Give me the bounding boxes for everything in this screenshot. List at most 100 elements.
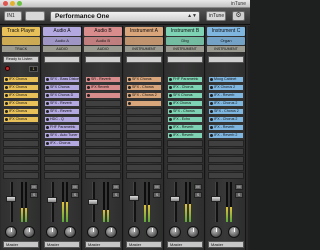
plugin-slot[interactable] — [126, 100, 162, 107]
input-select[interactable]: IN1 — [4, 11, 22, 21]
solo-button[interactable]: S — [153, 192, 161, 198]
empty-plugin-slot[interactable] — [85, 148, 121, 155]
channel-name[interactable]: Audio A — [43, 27, 81, 36]
plugin-slot[interactable]: SFX Chorus — [126, 76, 162, 83]
gear-icon[interactable]: ⚙ — [232, 11, 245, 21]
empty-plugin-slot[interactable] — [126, 124, 162, 131]
plugin-slot[interactable]: SR - Reverb — [85, 76, 121, 83]
output-select[interactable]: Master — [3, 241, 39, 248]
empty-plugin-slot[interactable] — [3, 148, 39, 155]
plugin-slot[interactable]: SFX - Chorus — [167, 108, 203, 115]
empty-plugin-slot[interactable] — [126, 164, 162, 171]
empty-plugin-slot[interactable] — [85, 108, 121, 115]
power-icon[interactable] — [169, 86, 172, 89]
plugin-slot[interactable]: SFX - Bass Distortion — [44, 76, 80, 83]
plugin-slot[interactable]: Moog Cabinet — [208, 76, 244, 83]
gain-knob[interactable] — [146, 226, 158, 238]
power-icon[interactable] — [169, 102, 172, 105]
plugin-slot[interactable]: IFX Chorus — [3, 92, 39, 99]
mute-button[interactable]: M — [194, 184, 202, 190]
power-icon[interactable] — [210, 110, 213, 113]
power-icon[interactable] — [46, 134, 49, 137]
channel-input-field[interactable]: Ready to Listen — [3, 56, 39, 63]
power-icon[interactable] — [128, 102, 131, 105]
plugin-slot[interactable]: SFX Chorus D — [44, 92, 80, 99]
plugin-slot[interactable]: HDC - Q — [44, 116, 80, 123]
plugin-slot[interactable]: SFX - Chorus — [126, 84, 162, 91]
volume-fader-track[interactable] — [10, 182, 13, 222]
power-icon[interactable] — [128, 78, 131, 81]
empty-plugin-slot[interactable] — [167, 172, 203, 179]
empty-plugin-slot[interactable] — [126, 132, 162, 139]
power-icon[interactable] — [169, 126, 172, 129]
gain-knob[interactable] — [23, 226, 35, 238]
performance-selector[interactable]: Performance One ▲▼ — [50, 11, 200, 22]
output-select[interactable]: Master — [44, 241, 80, 248]
power-icon[interactable] — [128, 86, 131, 89]
track-number[interactable]: 1 — [29, 66, 38, 72]
mute-button[interactable]: M — [112, 184, 120, 190]
output-select[interactable]: Master — [167, 241, 203, 248]
power-icon[interactable] — [5, 102, 8, 105]
power-icon[interactable] — [128, 94, 131, 97]
volume-fader-handle[interactable] — [129, 194, 139, 201]
channel-input-field[interactable] — [85, 56, 121, 63]
pan-knob[interactable] — [46, 226, 58, 238]
power-icon[interactable] — [210, 134, 213, 137]
power-icon[interactable] — [5, 94, 8, 97]
empty-plugin-slot[interactable] — [208, 140, 244, 147]
record-button[interactable] — [5, 66, 10, 71]
mute-button[interactable]: M — [153, 184, 161, 190]
channel-name[interactable]: Instrument C — [207, 27, 245, 36]
empty-plugin-slot[interactable] — [126, 172, 162, 179]
channel-source-select[interactable]: Audio B — [84, 37, 122, 45]
solo-button[interactable]: S — [194, 192, 202, 198]
close-window-button[interactable] — [3, 1, 8, 6]
channel-input-field[interactable] — [208, 56, 244, 63]
empty-plugin-slot[interactable] — [44, 148, 80, 155]
power-icon[interactable] — [169, 94, 172, 97]
empty-plugin-slot[interactable] — [85, 140, 121, 147]
channel-name[interactable]: Instrument A — [125, 27, 163, 36]
mute-button[interactable]: M — [30, 184, 38, 190]
pan-knob[interactable] — [128, 226, 140, 238]
empty-plugin-slot[interactable] — [208, 156, 244, 163]
power-icon[interactable] — [210, 118, 213, 121]
empty-plugin-slot[interactable] — [126, 148, 162, 155]
empty-plugin-slot[interactable] — [85, 132, 121, 139]
plugin-slot[interactable]: FHF Parametric — [44, 124, 80, 131]
plugin-slot[interactable]: IFX - Reverb 2 — [208, 132, 244, 139]
output-select[interactable]: inTune — [206, 11, 226, 21]
output-select[interactable]: Master — [208, 241, 244, 248]
plugin-slot[interactable]: IFX Chorus — [3, 108, 39, 115]
plugin-slot[interactable]: IFX - Chorus 2 — [208, 116, 244, 123]
volume-fader-handle[interactable] — [170, 196, 180, 203]
power-icon[interactable] — [169, 78, 172, 81]
power-icon[interactable] — [5, 118, 8, 121]
plugin-slot[interactable] — [85, 92, 121, 99]
channel-source-select[interactable]: Audio A — [43, 37, 81, 45]
empty-plugin-slot[interactable] — [126, 140, 162, 147]
plugin-slot[interactable]: SFX - Reverb — [44, 100, 80, 107]
solo-button[interactable]: S — [71, 192, 79, 198]
power-icon[interactable] — [46, 142, 49, 145]
channel-input-field[interactable] — [167, 56, 203, 63]
gain-knob[interactable] — [187, 226, 199, 238]
empty-plugin-slot[interactable] — [126, 116, 162, 123]
vertical-scrollbar[interactable] — [248, 26, 250, 250]
gain-knob[interactable] — [228, 226, 240, 238]
power-icon[interactable] — [46, 118, 49, 121]
plugin-slot[interactable]: IFX - Chorus — [44, 140, 80, 147]
empty-plugin-slot[interactable] — [167, 148, 203, 155]
plugin-slot[interactable]: IFX Chorus — [3, 76, 39, 83]
channel-name[interactable]: Instrument B — [166, 27, 204, 36]
empty-plugin-slot[interactable] — [85, 124, 121, 131]
power-icon[interactable] — [5, 110, 8, 113]
empty-plugin-slot[interactable] — [3, 156, 39, 163]
volume-fader-handle[interactable] — [211, 195, 221, 202]
empty-plugin-slot[interactable] — [3, 140, 39, 147]
plugin-slot[interactable]: IFX - Chorus 2 — [208, 100, 244, 107]
empty-plugin-slot[interactable] — [44, 164, 80, 171]
plugin-slot[interactable]: IFX Chorus — [3, 116, 39, 123]
gain-knob[interactable] — [105, 226, 117, 238]
